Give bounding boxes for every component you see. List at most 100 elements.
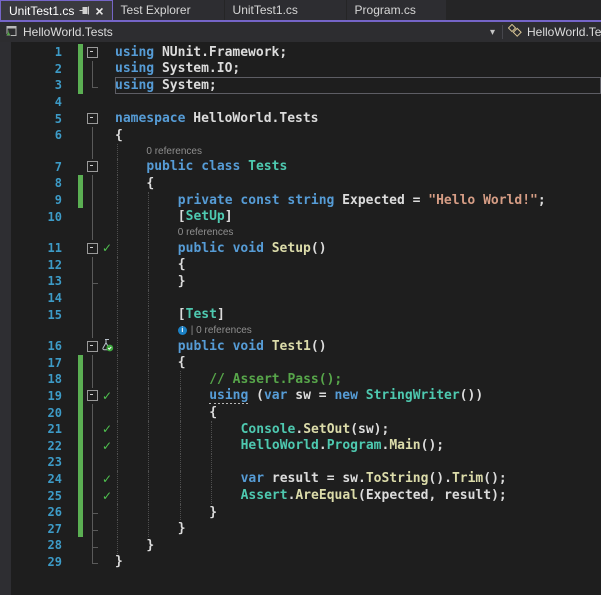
project-combo[interactable]: HelloWorld.Tests ▾: [0, 24, 502, 41]
code-line-14[interactable]: 14: [0, 289, 601, 307]
test-pass-check-icon[interactable]: ✓: [102, 440, 112, 452]
info-icon[interactable]: i: [177, 325, 187, 335]
code-content[interactable]: }: [115, 503, 601, 521]
fold-collapse-box[interactable]: [87, 390, 98, 402]
outlining-margin[interactable]: [86, 44, 99, 61]
codelens-content[interactable]: i | 0 references: [115, 322, 601, 338]
test-glyph-margin[interactable]: ✓: [99, 437, 115, 454]
close-icon[interactable]: ×: [95, 4, 103, 18]
test-pass-check-icon[interactable]: ✓: [102, 390, 112, 402]
code-line-25[interactable]: 25 ✓ Assert.AreEqual(Expected, result);: [0, 487, 601, 504]
codelens-row[interactable]: 0 references: [0, 224, 601, 240]
code-content[interactable]: public void Setup(): [115, 239, 601, 257]
code-content[interactable]: {: [115, 175, 601, 192]
code-line-10[interactable]: 10 [SetUp]: [0, 208, 601, 225]
code-content[interactable]: }: [115, 554, 601, 571]
code-content[interactable]: private const string Expected = "Hello W…: [115, 191, 601, 209]
test-glyph-margin[interactable]: ✓: [99, 421, 115, 438]
codelens-references-link[interactable]: 0 references: [178, 227, 234, 238]
code-line-12[interactable]: 12 {: [0, 256, 601, 274]
code-content[interactable]: public class Tests: [115, 158, 601, 176]
codelens-references-link[interactable]: | 0 references: [191, 325, 252, 336]
code-line-26[interactable]: 26}: [0, 503, 601, 521]
test-pass-check-icon[interactable]: ✓: [102, 242, 112, 254]
code-content[interactable]: [115, 94, 601, 111]
test-pass-check-icon[interactable]: ✓: [102, 423, 112, 435]
outlining-margin[interactable]: [86, 159, 99, 176]
code-content[interactable]: {: [115, 404, 601, 421]
code-content[interactable]: }: [115, 537, 601, 554]
code-content[interactable]: Assert.AreEqual(Expected, result);: [115, 487, 601, 504]
codelens-content[interactable]: 0 references: [115, 143, 601, 159]
codelens-row[interactable]: i | 0 references: [0, 322, 601, 338]
code-content[interactable]: using (var sw = new StringWriter()): [115, 387, 601, 405]
code-line-15[interactable]: 15 [Test]: [0, 306, 601, 323]
codelens-references-link[interactable]: 0 references: [146, 146, 202, 157]
code-line-20[interactable]: 20 {: [0, 404, 601, 421]
fold-collapse-box[interactable]: [87, 242, 98, 254]
code-line-28[interactable]: 28}: [0, 537, 601, 554]
fold-collapse-box[interactable]: [87, 46, 98, 58]
code-line-13[interactable]: 13}: [0, 273, 601, 290]
code-line-9[interactable]: 9 private const string Expected = "Hello …: [0, 191, 601, 209]
code-content[interactable]: using NUnit.Framework;: [115, 44, 601, 61]
tab-unittest1-cs[interactable]: UnitTest1.cs ×: [0, 0, 113, 20]
code-line-4[interactable]: 4: [0, 94, 601, 111]
outlining-margin[interactable]: [86, 110, 99, 127]
tab-test-explorer[interactable]: Test Explorer: [112, 0, 225, 20]
code-content[interactable]: HelloWorld.Program.Main();: [115, 437, 601, 455]
code-content[interactable]: namespace HelloWorld.Tests: [115, 110, 601, 127]
code-line-17[interactable]: 17 {: [0, 354, 601, 372]
code-line-3[interactable]: 3 using System;: [0, 77, 601, 94]
code-content[interactable]: {: [115, 256, 601, 274]
code-line-18[interactable]: 18 // Assert.Pass();: [0, 371, 601, 388]
code-line-29[interactable]: 29}: [0, 553, 601, 571]
code-line-5[interactable]: 5 namespace HelloWorld.Tests: [0, 110, 601, 127]
test-glyph-margin[interactable]: [99, 338, 115, 355]
test-glyph-margin[interactable]: ✓: [99, 240, 115, 257]
member-combo[interactable]: HelloWorld.Te: [503, 23, 601, 41]
outlining-margin[interactable]: [86, 388, 99, 405]
test-glyph-margin[interactable]: ✓: [99, 487, 115, 504]
code-line-6[interactable]: 6{: [0, 126, 601, 144]
code-content[interactable]: using System;: [115, 77, 601, 94]
code-content[interactable]: // Assert.Pass();: [115, 371, 601, 388]
code-line-7[interactable]: 7 public class Tests: [0, 158, 601, 176]
code-content[interactable]: using System.IO;: [115, 61, 601, 78]
code-editor[interactable]: 1 using NUnit.Framework; 2 using System.IO;…: [0, 42, 601, 595]
code-content[interactable]: [SetUp]: [115, 208, 601, 225]
test-glyph-margin[interactable]: ✓: [99, 388, 115, 405]
code-line-16[interactable]: 16 public void Test1(): [0, 337, 601, 355]
code-line-27[interactable]: 27}: [0, 520, 601, 538]
code-line-19[interactable]: 19 ✓ using (var sw = new StringWriter()): [0, 387, 601, 405]
test-glyph-margin[interactable]: ✓: [99, 471, 115, 488]
test-beaker-icon[interactable]: [100, 337, 114, 356]
code-content[interactable]: }: [115, 520, 601, 538]
code-line-22[interactable]: 22 ✓ HelloWorld.Program.Main();: [0, 437, 601, 455]
code-content[interactable]: [115, 289, 601, 307]
code-content[interactable]: var result = sw.ToString().Trim();: [115, 470, 601, 488]
code-content[interactable]: [115, 454, 601, 471]
code-content[interactable]: }: [115, 273, 601, 290]
fold-collapse-box[interactable]: [87, 161, 98, 173]
outlining-margin[interactable]: [86, 338, 99, 355]
pin-icon[interactable]: [79, 5, 90, 16]
test-pass-check-icon[interactable]: ✓: [102, 473, 112, 485]
code-content[interactable]: [Test]: [115, 306, 601, 323]
code-content[interactable]: public void Test1(): [115, 337, 601, 355]
code-content[interactable]: Console.SetOut(sw);: [115, 420, 601, 438]
tab-program-cs[interactable]: Program.cs: [346, 0, 447, 20]
outlining-margin[interactable]: [86, 240, 99, 257]
code-content[interactable]: {: [115, 127, 601, 144]
code-line-23[interactable]: 23: [0, 454, 601, 471]
code-line-24[interactable]: 24 ✓ var result = sw.ToString().Trim();: [0, 470, 601, 488]
code-line-11[interactable]: 11 ✓ public void Setup(): [0, 239, 601, 257]
chevron-down-icon[interactable]: ▾: [483, 27, 502, 38]
code-line-21[interactable]: 21 ✓ Console.SetOut(sw);: [0, 420, 601, 438]
code-content[interactable]: {: [115, 354, 601, 372]
code-line-8[interactable]: 8{: [0, 175, 601, 192]
tab-unittest1-cs[interactable]: UnitTest1.cs: [224, 0, 347, 20]
test-pass-check-icon[interactable]: ✓: [102, 490, 112, 502]
fold-collapse-box[interactable]: [87, 113, 98, 125]
code-line-2[interactable]: 2 using System.IO;: [0, 60, 601, 78]
